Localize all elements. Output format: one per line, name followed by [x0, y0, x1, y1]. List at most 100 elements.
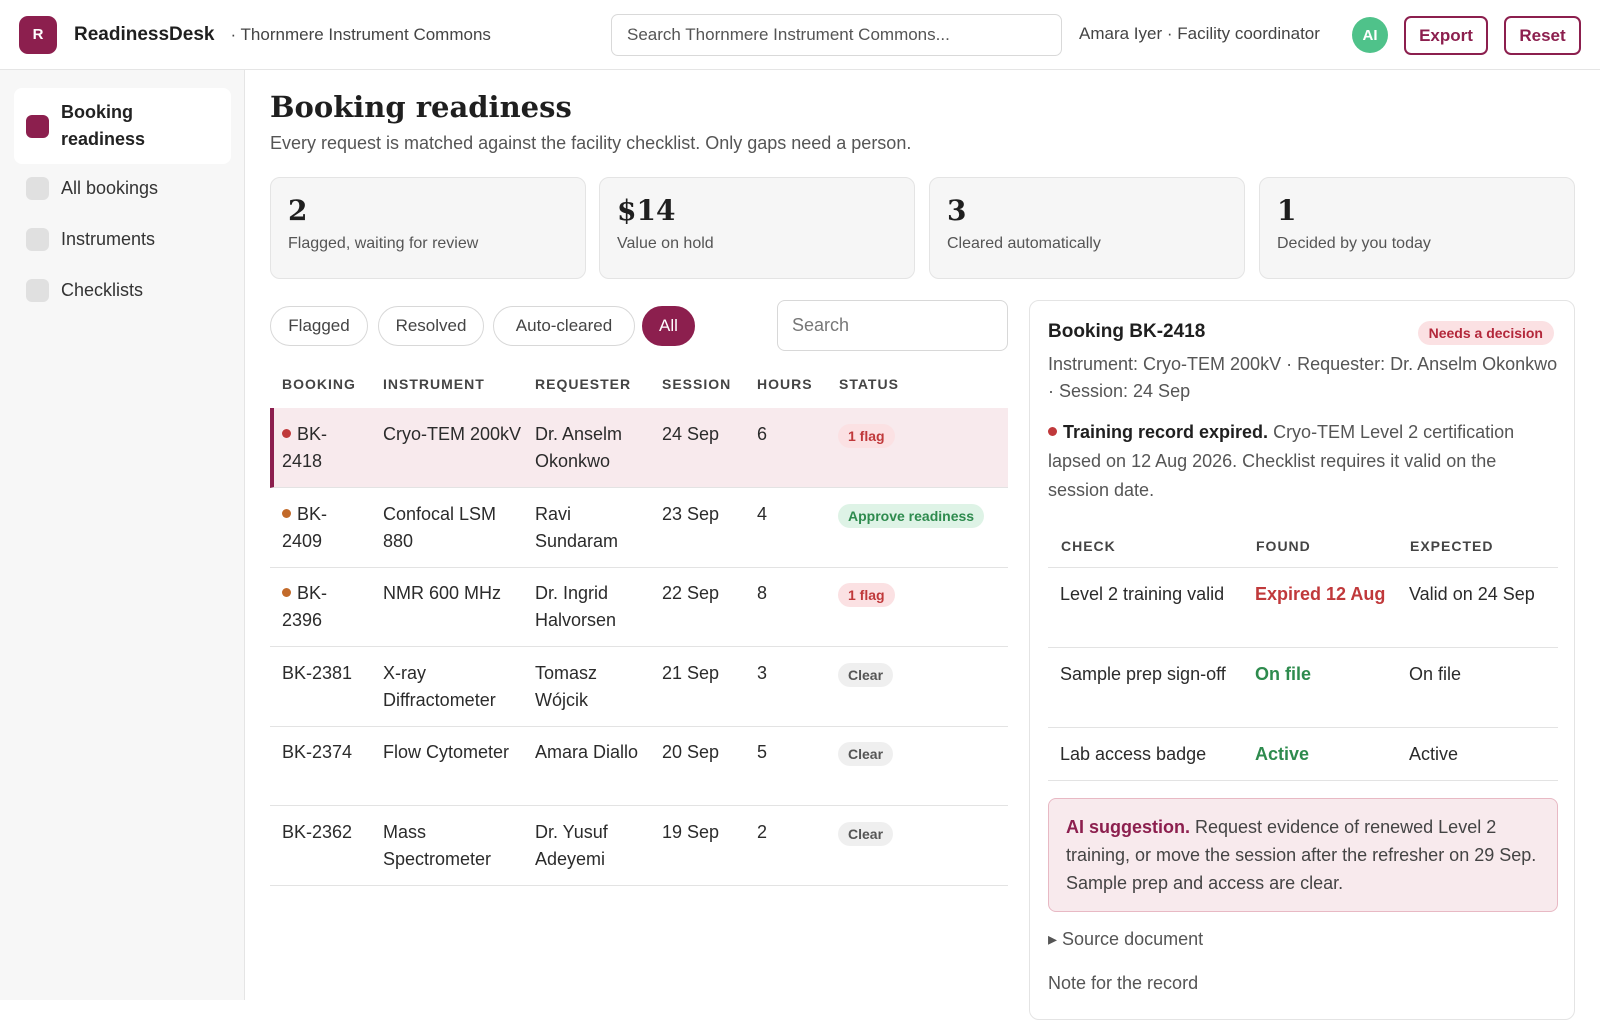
booking-id: BK-2374	[282, 739, 362, 766]
column-header-requester[interactable]: REQUESTER	[535, 376, 631, 392]
hours-value-text: 5	[757, 742, 768, 762]
stat-value: 2	[288, 194, 308, 227]
requester-name-text: Ravi Sundaram	[535, 504, 619, 551]
table-row[interactable]: BK-2362 Mass Spectrometer Dr. Yusuf Adeyem…	[270, 806, 1008, 886]
requester-name: Ravi Sundaram	[535, 501, 650, 555]
instrument-name-text: Cryo-TEM 200kV	[383, 424, 522, 444]
app-logo: R	[19, 15, 57, 54]
check-expected: Valid on 24 Sep	[1409, 584, 1535, 604]
booking-id: BK-2409	[282, 501, 362, 555]
filter-chip-auto-cleared[interactable]: Auto-cleared	[493, 306, 635, 346]
filter-chip-flagged[interactable]: Flagged	[270, 306, 368, 346]
check-header-expected: EXPECTED	[1410, 538, 1494, 554]
requester-name: Tomasz Wójcik	[535, 660, 650, 714]
instrument-name: NMR 600 MHz	[383, 580, 523, 607]
sidebar-item-instruments[interactable]: Instruments	[14, 224, 231, 254]
list-search-input[interactable]	[777, 300, 1008, 351]
hours-value: 4	[757, 501, 797, 528]
requester-name: Dr. Ingrid Halvorsen	[535, 580, 650, 634]
booking-id: BK-2418	[282, 421, 362, 475]
detail-meta: Instrument: Cryo-TEM 200kV · Requester: …	[1048, 354, 1558, 401]
square-icon	[26, 278, 49, 302]
detail-alert: Training record expired. Cryo-TEM Level …	[1048, 418, 1558, 505]
filter-chip-resolved[interactable]: Resolved	[378, 306, 484, 346]
export-button[interactable]: Export	[1404, 16, 1488, 55]
avatar[interactable]: AI	[1352, 17, 1388, 53]
table-row[interactable]: BK-2396 NMR 600 MHz Dr. Ingrid Halvorsen 22…	[270, 567, 1008, 647]
check-row: Lab access badge Active Active	[1048, 728, 1558, 781]
hours-value-text: 8	[757, 583, 768, 603]
reset-button[interactable]: Reset	[1504, 16, 1581, 55]
booking-id-text: BK-2374	[282, 742, 353, 762]
requester-name-text: Amara Diallo	[535, 742, 639, 762]
hours-value-text: 4	[757, 504, 768, 524]
session-date: 21 Sep	[662, 660, 742, 687]
sidebar-item-label: Instruments	[61, 228, 156, 249]
table-row[interactable]: BK-2374 Flow Cytometer Amara Diallo 20 Sep 5…	[270, 726, 1008, 806]
page-title: Booking readiness	[270, 90, 572, 124]
filter-chip-all[interactable]: All	[642, 306, 695, 346]
stat-card-value-on-hold: $14 Value on hold	[599, 177, 915, 279]
ai-suggestion-label: AI suggestion.	[1066, 817, 1191, 837]
note-label: Note for the record	[1048, 973, 1199, 993]
status-dot-icon	[282, 429, 291, 438]
source-document-toggle[interactable]: ▸ Source document	[1048, 929, 1203, 950]
instrument-name-text: X-ray Diffractometer	[383, 663, 496, 710]
hours-value: 5	[757, 739, 797, 766]
table-row[interactable]: BK-2409 Confocal LSM 880 Ravi Sundaram 23 S…	[270, 488, 1008, 568]
user-name: Amara Iyer · Facility coordinator	[1079, 24, 1320, 43]
status-badge: Clear	[838, 663, 894, 687]
session-date: 20 Sep	[662, 739, 742, 766]
booking-id: BK-2362	[282, 819, 362, 846]
column-header-status[interactable]: STATUS	[839, 376, 899, 392]
detail-title: Booking BK-2418	[1048, 321, 1206, 342]
table-row[interactable]: BK-2381 X-ray Diffractometer Tomasz Wójcik…	[270, 647, 1008, 727]
square-icon	[26, 114, 49, 138]
hours-value-text: 6	[757, 424, 768, 444]
booking-id-text: BK-2381	[282, 663, 353, 683]
alert-title: Training record expired.	[1063, 422, 1269, 442]
requester-name-text: Dr. Anselm Okonkwo	[535, 424, 623, 471]
check-expected: Active	[1409, 744, 1459, 764]
global-search-input[interactable]	[611, 14, 1062, 56]
sidebar-item-checklists[interactable]: Checklists	[14, 275, 231, 305]
check-expected: On file	[1409, 664, 1462, 684]
approve-readiness-button[interactable]: Approve readiness	[838, 504, 985, 528]
session-date-text: 19 Sep	[662, 822, 720, 842]
status-badge: 1 flag	[838, 583, 895, 607]
status-badge: Clear	[838, 822, 894, 846]
requester-name: Dr. Yusuf Adeyemi	[535, 819, 650, 873]
requester-name-text: Dr. Yusuf Adeyemi	[535, 822, 608, 869]
session-date-text: 23 Sep	[662, 504, 720, 524]
column-header-booking[interactable]: BOOKING	[282, 376, 356, 392]
booking-id: BK-2396	[282, 580, 362, 634]
stat-value: $14	[617, 194, 676, 227]
hours-value: 6	[757, 421, 797, 448]
square-icon	[26, 176, 49, 200]
table-row[interactable]: BK-2418 Cryo-TEM 200kV Dr. Anselm Okonkwo 2…	[270, 408, 1008, 488]
check-row: Level 2 training valid Expired 12 Aug Va…	[1048, 568, 1558, 648]
check-name: Lab access badge	[1060, 744, 1207, 764]
stat-card-cleared: 3 Cleared automatically	[929, 177, 1245, 279]
hours-value-text: 3	[757, 663, 768, 683]
ai-suggestion-box: AI suggestion. Request evidence of renew…	[1048, 798, 1558, 912]
instrument-name-text: Mass Spectrometer	[383, 822, 492, 869]
hours-value: 3	[757, 660, 797, 687]
column-header-instrument[interactable]: INSTRUMENT	[383, 376, 485, 392]
requester-name-text: Dr. Ingrid Halvorsen	[535, 583, 617, 630]
check-header-found: FOUND	[1256, 538, 1311, 554]
instrument-name: X-ray Diffractometer	[383, 660, 523, 714]
session-date-text: 21 Sep	[662, 663, 720, 683]
instrument-name: Confocal LSM 880	[383, 501, 523, 555]
stat-value: 3	[947, 194, 967, 227]
status-badge: Clear	[838, 742, 894, 766]
session-date: 22 Sep	[662, 580, 742, 607]
session-date-text: 22 Sep	[662, 583, 720, 603]
column-header-hours[interactable]: HOURS	[757, 376, 813, 392]
column-header-session[interactable]: SESSION	[662, 376, 731, 392]
alert-dot-icon	[1048, 427, 1057, 436]
sidebar-item-all-bookings[interactable]: All bookings	[14, 173, 231, 203]
sidebar-item-booking-readiness[interactable]: Booking readiness	[14, 88, 231, 164]
stat-label: Decided by you today	[1277, 235, 1431, 252]
check-row: Sample prep sign-off On file On file	[1048, 648, 1558, 728]
